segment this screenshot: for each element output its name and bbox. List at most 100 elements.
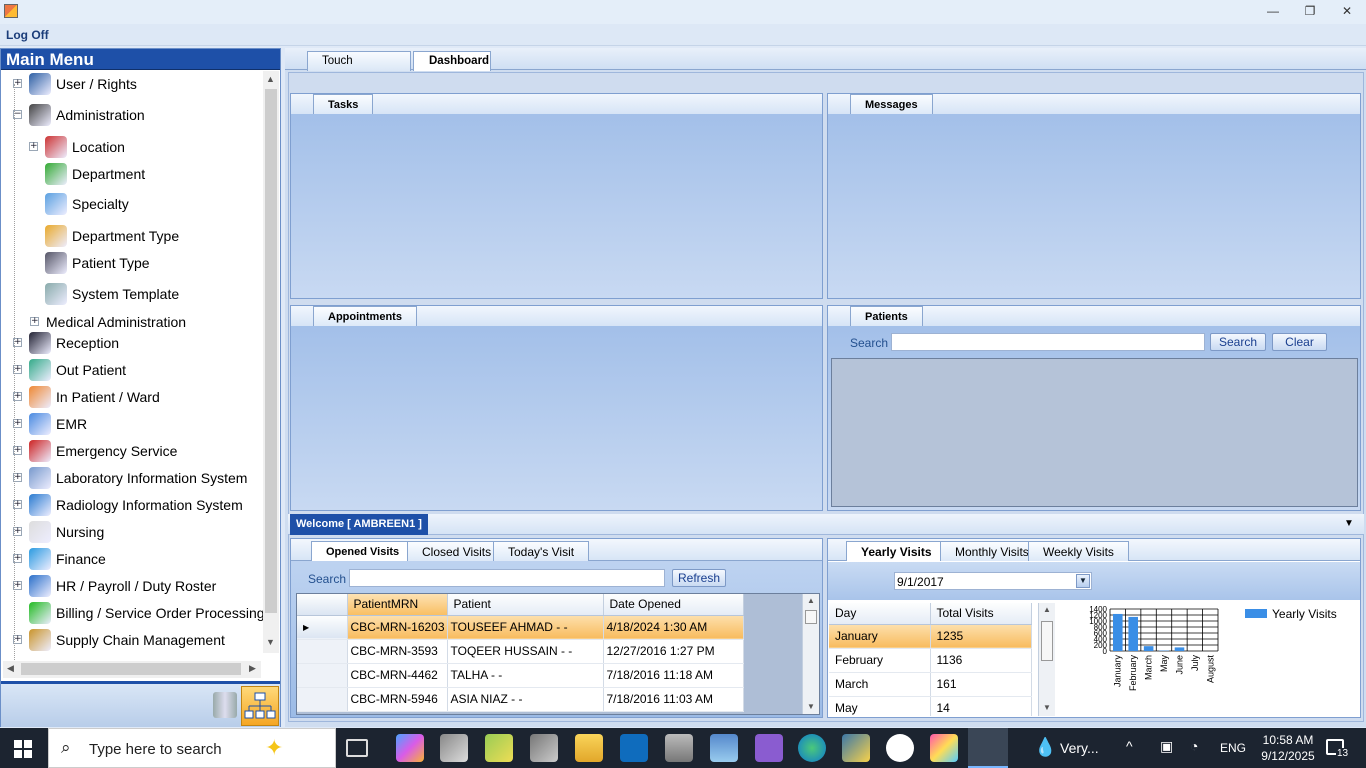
sidebar-item-location[interactable]: + Location — [29, 135, 125, 159]
sidebar-item-user-rights[interactable]: + User / Rights — [13, 72, 137, 96]
table-row[interactable]: January 1235 — [829, 624, 1032, 649]
messages-tab[interactable]: Messages — [850, 94, 933, 114]
row-header[interactable]: ▶ — [297, 615, 348, 640]
table-row[interactable]: CBC-MRN-5946 ASIA NIAZ - -7/18/2016 11:03… — [297, 687, 744, 712]
tools-app-icon[interactable] — [440, 734, 468, 762]
log-off-menu[interactable]: Log Off — [6, 28, 49, 42]
grid-scroll-thumb[interactable] — [805, 610, 817, 624]
patients-clear-button[interactable]: Clear — [1272, 333, 1327, 351]
sidebar-item-laboratory-information-system[interactable]: + Laboratory Information System — [13, 466, 247, 490]
sidebar-item-department[interactable]: Department — [45, 162, 145, 186]
windows-start-icon[interactable] — [14, 740, 32, 758]
tab-dashboard[interactable]: Dashboard — [413, 51, 491, 71]
col-date-opened[interactable]: Date Opened — [603, 594, 744, 616]
stats-scroll-up-icon[interactable]: ▲ — [1043, 605, 1051, 614]
visual-studio-icon[interactable] — [755, 734, 783, 762]
sidebar-item-finance[interactable]: + Finance — [13, 547, 106, 571]
patients-tab[interactable]: Patients — [850, 306, 923, 326]
col-day[interactable]: Day — [829, 603, 931, 625]
stats-scroll-down-icon[interactable]: ▼ — [1043, 703, 1051, 712]
sidebar-item-department-type[interactable]: Department Type — [45, 224, 179, 248]
hscroll-thumb[interactable] — [21, 663, 241, 675]
appointments-tab[interactable]: Appointments — [313, 306, 417, 326]
row-header[interactable] — [297, 663, 348, 688]
tab-weekly-visits[interactable]: Weekly Visits — [1028, 541, 1129, 561]
collapse-arrow-icon[interactable]: ▼ — [1344, 518, 1354, 529]
tasks-tab[interactable]: Tasks — [313, 94, 374, 114]
date-picker[interactable]: 9/1/2017 ▼ — [894, 572, 1092, 590]
grid-scroll-down-icon[interactable]: ▼ — [807, 702, 815, 711]
sidebar-item-billing-service-order-processing[interactable]: Billing / Service Order Processing — [29, 601, 265, 625]
language-indicator[interactable]: ENG — [1220, 741, 1246, 755]
sidebar-item-emr[interactable]: + EMR — [13, 412, 87, 436]
github-icon[interactable] — [886, 734, 914, 762]
visits-grid-scrollbar[interactable]: ▲ ▼ — [802, 594, 819, 714]
weather-label[interactable]: Very... — [1060, 740, 1099, 756]
table-row[interactable]: ▶ CBC-MRN-16203 TOUSEEF AHMAD - -4/18/2024… — [297, 615, 744, 640]
row-header[interactable] — [297, 639, 348, 664]
table-row[interactable]: CBC-MRN-4462 TALHA - -7/18/2016 11:18 AM — [297, 663, 744, 688]
stats-grid-scrollbar[interactable]: ▲ ▼ — [1038, 603, 1055, 716]
tab-yearly-visits[interactable]: Yearly Visits — [846, 541, 947, 561]
row-header[interactable] — [297, 687, 348, 712]
table-row[interactable]: CBC-MRN-3593 TOQEER HUSSAIN - -12/27/2016… — [297, 639, 744, 664]
col-patient[interactable]: Patient — [447, 594, 604, 616]
sidebar-item-supply-chain-management[interactable]: + Supply Chain Management — [13, 628, 225, 652]
table-row[interactable]: February 1136 — [829, 648, 1032, 673]
server-icon[interactable] — [213, 692, 237, 718]
edge-icon[interactable] — [798, 734, 826, 762]
grid-scroll-up-icon[interactable]: ▲ — [807, 596, 815, 605]
dropdown-arrow-icon[interactable]: ▼ — [1076, 574, 1090, 588]
task-view-icon[interactable] — [346, 739, 368, 757]
sidebar-item-radiology-information-system[interactable]: + Radiology Information System — [13, 493, 243, 517]
paint-icon[interactable] — [930, 734, 958, 762]
tab-opened-visits[interactable]: Opened Visits — [311, 541, 415, 561]
sidebar-item-hr-payroll-duty-roster[interactable]: + HR / Payroll / Duty Roster — [13, 574, 216, 598]
expand-icon[interactable]: + — [30, 317, 39, 326]
col-patientmrn[interactable]: PatientMRN — [347, 594, 448, 616]
wifi-icon[interactable]: ◔ — [1190, 738, 1198, 754]
scroll-down-arrow-icon[interactable]: ▼ — [266, 637, 275, 647]
python-app-icon[interactable] — [842, 734, 870, 762]
visits-search-input[interactable] — [349, 569, 665, 587]
sidebar-item-out-patient[interactable]: + Out Patient — [13, 358, 126, 382]
tree-horizontal-scrollbar[interactable]: ◀ ▶ — [3, 661, 261, 678]
scroll-right-arrow-icon[interactable]: ▶ — [249, 663, 256, 674]
remote-app-icon[interactable] — [710, 734, 738, 762]
active-app-icon[interactable] — [968, 728, 1008, 768]
sidebar-item-administration[interactable]: − Administration — [13, 103, 145, 127]
tab-closed-visits[interactable]: Closed Visits — [407, 541, 507, 561]
sidebar-item-system-template[interactable]: System Template — [45, 282, 179, 306]
maximize-button[interactable]: ❐ — [1295, 2, 1325, 20]
file-explorer-icon[interactable] — [575, 734, 603, 762]
tools-app-2-icon[interactable] — [530, 734, 558, 762]
col-total-visits[interactable]: Total Visits — [930, 603, 1032, 625]
visits-refresh-button[interactable]: Refresh — [672, 569, 726, 587]
scroll-left-arrow-icon[interactable]: ◀ — [7, 663, 14, 674]
network-icon[interactable]: ▣ — [1160, 738, 1173, 755]
clock-time[interactable]: 10:58 AM — [1256, 733, 1320, 747]
close-button[interactable]: ✕ — [1332, 2, 1362, 20]
patients-search-input[interactable] — [891, 333, 1205, 351]
sidebar-item-nursing[interactable]: + Nursing — [13, 520, 104, 544]
hierarchy-view-icon[interactable] — [241, 686, 279, 726]
sidebar-item-patient-type[interactable]: Patient Type — [45, 251, 150, 275]
sidebar-item-reception[interactable]: + Reception — [13, 331, 119, 355]
outlook-icon[interactable] — [620, 734, 648, 762]
tab-todays-visit[interactable]: Today's Visit — [493, 541, 590, 561]
chevron-up-icon[interactable]: ^ — [1126, 738, 1133, 754]
taskbar-search-box[interactable]: ⌕ Type here to search ✦ — [48, 728, 336, 768]
table-row[interactable]: March 161 — [829, 672, 1032, 697]
clock-date[interactable]: 9/12/2025 — [1256, 749, 1320, 763]
copilot-icon[interactable] — [396, 734, 424, 762]
sidebar-item-in-patient-ward[interactable]: + In Patient / Ward — [13, 385, 160, 409]
sidebar-item-specialty[interactable]: Specialty — [45, 192, 129, 216]
expand-icon[interactable]: + — [29, 142, 38, 151]
table-row[interactable]: May 14 — [829, 696, 1032, 716]
stats-scroll-thumb[interactable] — [1041, 621, 1053, 661]
scroll-thumb[interactable] — [265, 89, 277, 613]
tab-touch-navigation[interactable]: Touch Navigation — [307, 51, 411, 71]
patients-search-button[interactable]: Search — [1210, 333, 1266, 351]
tree-vertical-scrollbar[interactable]: ▲ ▼ — [263, 71, 279, 653]
database-app-icon[interactable] — [665, 734, 693, 762]
